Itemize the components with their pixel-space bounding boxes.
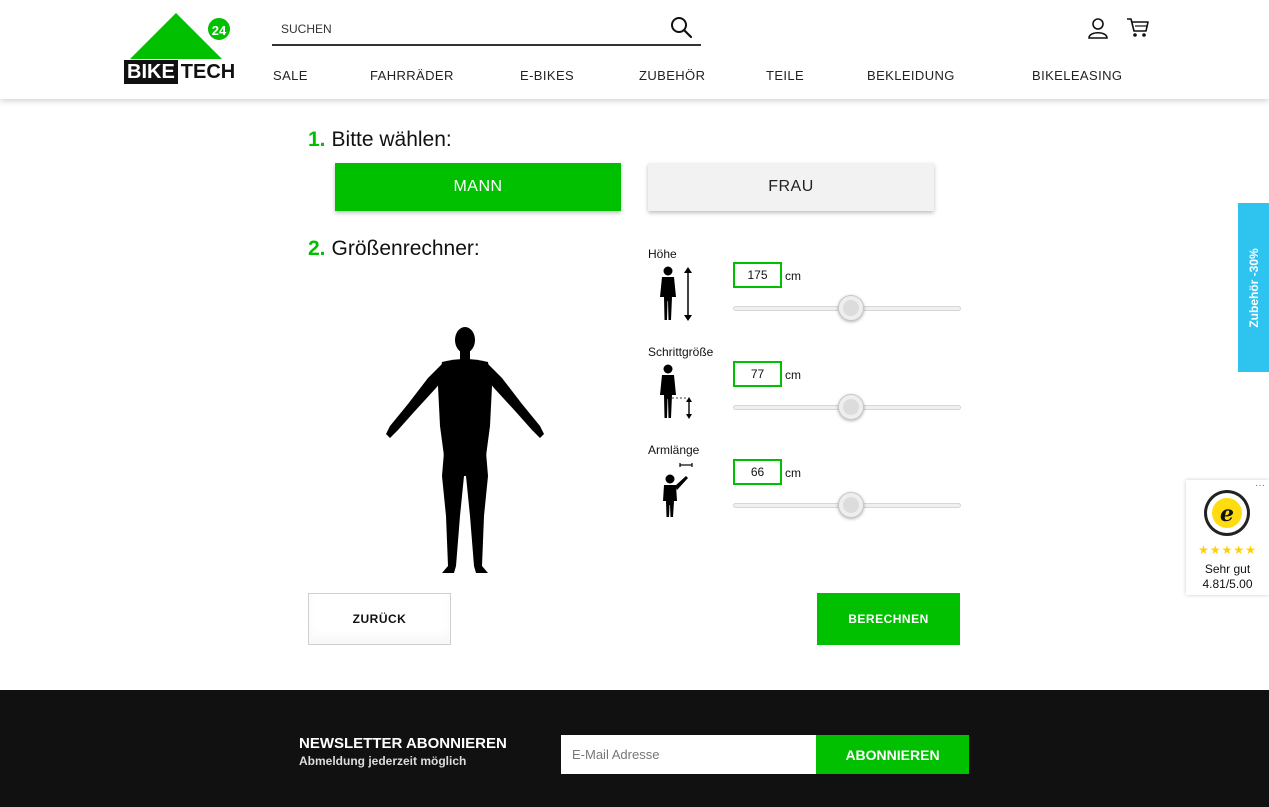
step1-heading: 1. Bitte wählen: <box>308 128 452 152</box>
measure-label-hoehe: Höhe <box>648 247 677 261</box>
subscribe-button[interactable]: ABONNIEREN <box>816 735 969 774</box>
hoehe-slider-thumb[interactable] <box>838 295 865 321</box>
nav-bikeleasing[interactable]: BIKELEASING <box>1032 68 1122 83</box>
seal-letter: e <box>1220 501 1234 527</box>
newsletter-title: NEWSLETTER ABONNIEREN <box>299 735 507 752</box>
step2-heading: 2. Größenrechner: <box>308 237 480 261</box>
search-input[interactable] <box>272 18 652 40</box>
armlaenge-unit: cm <box>785 466 801 480</box>
nav-sale[interactable]: SALE <box>273 68 308 83</box>
newsletter-email-field[interactable] <box>561 735 817 774</box>
promo-side-tab[interactable]: Zubehör -30% <box>1238 203 1269 372</box>
logo-badge: 24 <box>206 16 232 42</box>
nav-fahrraeder[interactable]: FAHRRÄDER <box>370 68 454 83</box>
hoehe-input[interactable] <box>733 262 782 288</box>
newsletter-footer: NEWSLETTER ABONNIEREN Abmeldung jederzei… <box>0 690 1269 807</box>
armlaenge-input[interactable] <box>733 459 782 485</box>
schrittgroesse-input[interactable] <box>733 361 782 387</box>
site-header: 24 BIKE TECH SALE FAHRRÄDER E-BIKES ZUBE… <box>0 0 1269 99</box>
search-icon[interactable] <box>669 15 693 39</box>
back-button[interactable]: ZURÜCK <box>308 593 451 645</box>
cart-icon[interactable] <box>1126 16 1150 40</box>
step1-number: 1. <box>308 128 326 151</box>
rating-value: 4.81/5.00 <box>1202 577 1253 591</box>
armlaenge-slider-thumb[interactable] <box>838 492 865 518</box>
schrittgroesse-unit: cm <box>785 368 801 382</box>
nav-e-bikes[interactable]: E-BIKES <box>520 68 574 83</box>
trusted-shops-badge[interactable]: ··· e ★★★★★ Sehr gut 4.81/5.00 <box>1186 480 1269 595</box>
body-silhouette <box>386 327 544 573</box>
gender-mann-button[interactable]: MANN <box>335 163 621 211</box>
nav-zubehoer[interactable]: ZUBEHÖR <box>639 68 705 83</box>
step1-title: Bitte wählen: <box>331 128 452 151</box>
step2-title: Größenrechner: <box>331 237 480 260</box>
nav-teile[interactable]: TEILE <box>766 68 804 83</box>
main-nav: SALE FAHRRÄDER E-BIKES ZUBEHÖR TEILE BEK… <box>0 68 1269 88</box>
more-options-icon[interactable]: ··· <box>1255 480 1265 491</box>
body-height-icon <box>660 266 692 321</box>
search-bar <box>272 12 701 46</box>
trusted-shops-seal-icon: e <box>1204 490 1250 536</box>
gender-frau-button[interactable]: FRAU <box>648 163 934 211</box>
nav-bekleidung[interactable]: BEKLEIDUNG <box>867 68 955 83</box>
user-icon[interactable] <box>1086 16 1110 40</box>
measure-label-armlaenge: Armlänge <box>648 443 700 457</box>
step2-number: 2. <box>308 237 326 260</box>
measure-label-schrittgroesse: Schrittgröße <box>648 345 714 359</box>
calculate-button[interactable]: BERECHNEN <box>817 593 960 645</box>
schrittgroesse-slider-thumb[interactable] <box>838 394 865 420</box>
inseam-icon <box>660 364 692 419</box>
newsletter-subtitle: Abmeldung jederzeit möglich <box>299 754 467 768</box>
rating-word: Sehr gut <box>1204 562 1251 576</box>
promo-side-tab-label: Zubehör -30% <box>1246 247 1261 328</box>
arm-length-icon <box>663 463 693 517</box>
rating-stars: ★★★★★ <box>1198 543 1257 557</box>
hoehe-unit: cm <box>785 269 801 283</box>
